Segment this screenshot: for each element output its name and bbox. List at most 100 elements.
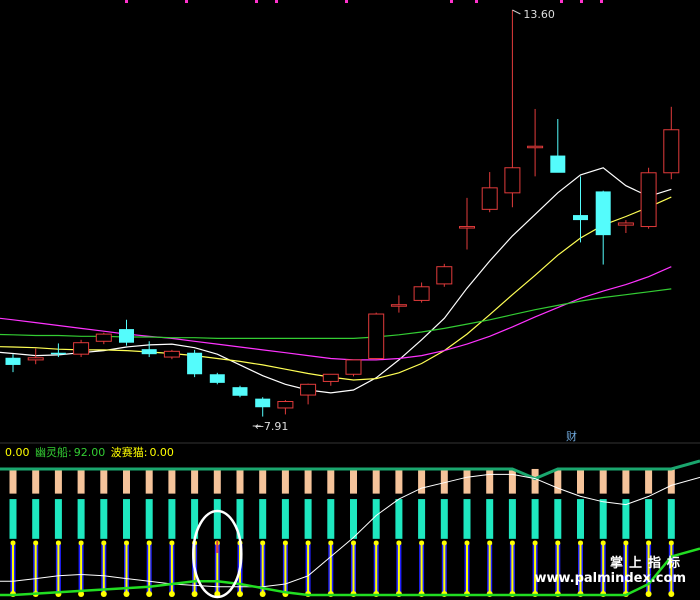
- candle-body: [95, 333, 112, 342]
- bar-yellow-dot-top: [55, 540, 61, 546]
- candle: [459, 197, 475, 250]
- bar-top-seg: [304, 468, 312, 494]
- indicator-bar: [100, 468, 108, 597]
- bar-yellow-seg: [397, 542, 400, 595]
- candle-body: [504, 167, 521, 194]
- indicator-bar: [486, 468, 494, 597]
- bar-mid-seg: [327, 499, 335, 539]
- candle-body: [459, 226, 475, 229]
- indicator-bar: [123, 468, 130, 597]
- bar-mid-seg: [168, 499, 176, 539]
- signal-flag: [216, 541, 219, 553]
- bar-yellow-dot-top: [305, 540, 311, 546]
- bar-yellow-dot-bottom: [123, 591, 130, 597]
- indicator-bar: [463, 468, 471, 597]
- candle: [368, 312, 385, 360]
- bar-yellow-dot-top: [600, 540, 606, 546]
- bar-top-seg: [259, 468, 267, 494]
- indicator-value-ghostship: 92.00: [73, 446, 106, 459]
- candle: [255, 397, 271, 417]
- bar-top-seg: [577, 468, 584, 494]
- candle: [504, 10, 521, 208]
- candle: [300, 383, 317, 405]
- bar-top-seg: [350, 468, 357, 494]
- indicator-label-ghostship: 幽灵船:: [35, 446, 72, 459]
- candle-body: [413, 286, 430, 301]
- bar-mid-seg: [440, 499, 448, 539]
- candle-body: [300, 383, 317, 396]
- candle-body: [640, 172, 657, 228]
- candle: [595, 190, 611, 265]
- bar-yellow-dot-top: [351, 540, 356, 546]
- bar-yellow-dot-top: [169, 540, 175, 546]
- bar-yellow-dot-top: [555, 540, 561, 546]
- indicator-bar: [281, 468, 289, 597]
- bar-top-seg: [508, 468, 516, 494]
- candle: [640, 167, 657, 229]
- bar-top-seg: [123, 468, 130, 494]
- bar-mid-seg: [645, 499, 653, 539]
- bar-yellow-seg: [352, 542, 355, 595]
- candle-body: [617, 222, 634, 226]
- bar-yellow-seg: [12, 542, 14, 595]
- bar-yellow-seg: [488, 542, 491, 595]
- bar-yellow-dot-top: [10, 540, 16, 546]
- candle: [345, 359, 362, 377]
- candle-body: [277, 401, 294, 409]
- indicator-bar: [304, 468, 312, 597]
- cai-badge: 财: [566, 429, 577, 443]
- bar-mid-seg: [145, 499, 153, 539]
- top-tick: [600, 0, 603, 3]
- candle-body: [163, 350, 180, 358]
- bar-mid-seg: [395, 499, 403, 539]
- candle-body: [663, 129, 680, 174]
- bar-mid-seg: [486, 499, 494, 539]
- indicator-bar: [145, 468, 153, 597]
- high-pointer: [512, 9, 521, 15]
- candle: [413, 282, 430, 303]
- bar-yellow-seg: [466, 542, 468, 595]
- indicator-bar: [350, 468, 357, 597]
- candle-body: [550, 155, 566, 173]
- indicator-bar: [54, 468, 62, 597]
- candle: [163, 349, 180, 360]
- bar-top-seg: [463, 468, 471, 494]
- candle: [119, 319, 134, 346]
- candle-body: [73, 342, 90, 355]
- bar-yellow-dot-top: [532, 540, 538, 546]
- stock-chart: 13.60 ←7.91 财: [0, 0, 700, 599]
- bar-yellow-seg: [57, 542, 60, 595]
- bar-top-seg: [213, 468, 221, 494]
- bar-mid-seg: [554, 499, 562, 539]
- bar-top-seg: [554, 468, 562, 494]
- candle: [436, 263, 453, 287]
- bar-top-seg: [145, 468, 153, 494]
- bar-top-seg: [418, 468, 426, 494]
- bar-top-seg: [622, 468, 630, 494]
- bar-top-seg: [54, 468, 62, 494]
- indicator-value-bosaimao: 0.00: [149, 446, 174, 459]
- top-tick: [450, 0, 453, 3]
- bar-yellow-seg: [80, 542, 83, 595]
- candle-body: [119, 329, 134, 343]
- bar-yellow-dot-top: [101, 540, 107, 546]
- bar-top-seg: [100, 468, 108, 494]
- bar-yellow-dot-top: [146, 540, 152, 546]
- indicator-label-bosaimao: 波赛猫:: [110, 446, 148, 459]
- bar-yellow-dot-top: [578, 540, 583, 546]
- bar-yellow-dot-bottom: [191, 591, 198, 597]
- ma-lines: [0, 167, 672, 394]
- top-tick: [275, 0, 278, 3]
- indicator-bar: [77, 468, 85, 597]
- indicator-bar: [440, 468, 448, 597]
- indicator-bar: [508, 468, 516, 597]
- bar-yellow-dot-bottom: [146, 591, 153, 597]
- bar-mid-seg: [32, 499, 40, 539]
- bar-yellow-dot-top: [646, 540, 652, 546]
- price-annotations: 13.60 ←7.91 财: [252, 8, 577, 443]
- bar-yellow-seg: [170, 542, 173, 595]
- candle: [73, 339, 90, 358]
- bar-top-seg: [599, 468, 607, 494]
- bar-yellow-seg: [420, 542, 423, 595]
- candle: [550, 118, 566, 173]
